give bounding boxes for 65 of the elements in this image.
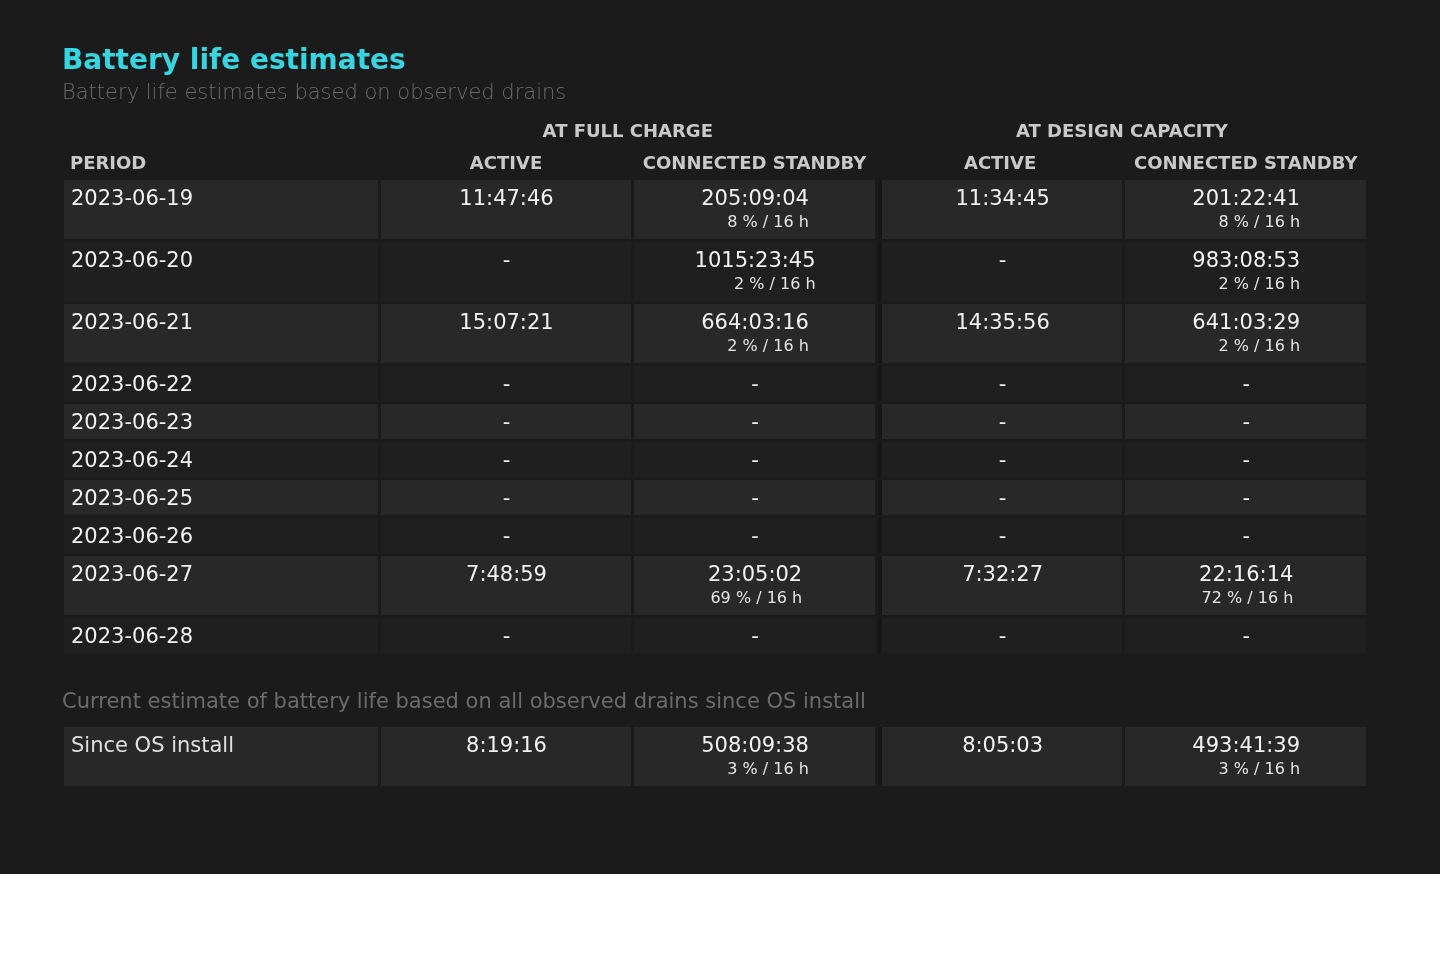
table-cell: - bbox=[877, 366, 1123, 401]
table-cell: 22:16:14 72 % / 16 h bbox=[1125, 556, 1366, 615]
table-cell: 205:09:04 8 % / 16 h bbox=[634, 180, 875, 239]
table-cell: 11:34:45 bbox=[877, 180, 1123, 239]
period-cell: 2023-06-23 bbox=[64, 404, 378, 439]
table-cell: - bbox=[634, 480, 875, 515]
table-cell: 11:47:46 bbox=[380, 180, 632, 239]
table-cell: - bbox=[1125, 366, 1366, 401]
table-cell: - bbox=[380, 480, 632, 515]
table-cell: - bbox=[1125, 518, 1366, 553]
table-cell: - bbox=[877, 480, 1123, 515]
table-cell: 983:08:53 2 % / 16 h bbox=[1125, 242, 1366, 301]
column-header: ACTIVE bbox=[469, 152, 543, 173]
table-cell: 8:19:16 bbox=[380, 727, 632, 786]
column-group-header: AT FULL CHARGE bbox=[542, 120, 713, 141]
column-header: CONNECTED STANDBY bbox=[642, 152, 867, 173]
table-cell: - bbox=[1125, 442, 1366, 477]
period-cell: 2023-06-22 bbox=[64, 366, 378, 401]
period-cell: 2023-06-20 bbox=[64, 242, 378, 301]
period-cell: 2023-06-26 bbox=[64, 518, 378, 553]
table-cell: - bbox=[380, 442, 632, 477]
table-cell: - bbox=[380, 366, 632, 401]
table-cell: - bbox=[1125, 480, 1366, 515]
table-cell: - bbox=[634, 518, 875, 553]
period-cell: 2023-06-28 bbox=[64, 618, 378, 653]
period-cell: 2023-06-27 bbox=[64, 556, 378, 615]
table-cell: 15:07:21 bbox=[380, 304, 632, 363]
column-header: PERIOD bbox=[70, 152, 147, 173]
column-header: CONNECTED STANDBY bbox=[1133, 152, 1358, 173]
table-cell: 14:35:56 bbox=[877, 304, 1123, 363]
table-cell: - bbox=[380, 518, 632, 553]
table-cell: - bbox=[380, 404, 632, 439]
table-cell: 8:05:03 bbox=[877, 727, 1123, 786]
period-cell: 2023-06-21 bbox=[64, 304, 378, 363]
table-cell: 7:32:27 bbox=[877, 556, 1123, 615]
table-cell: 664:03:16 2 % / 16 h bbox=[634, 304, 875, 363]
table-cell: - bbox=[877, 242, 1123, 301]
period-cell: 2023-06-25 bbox=[64, 480, 378, 515]
table-cell: - bbox=[877, 518, 1123, 553]
table-cell: - bbox=[877, 618, 1123, 653]
table-cell: 508:09:38 3 % / 16 h bbox=[634, 727, 875, 786]
page-title: Battery life estimates bbox=[62, 42, 407, 78]
table-cell: 641:03:29 2 % / 16 h bbox=[1125, 304, 1366, 363]
column-header: ACTIVE bbox=[963, 152, 1037, 173]
column-group-header: AT DESIGN CAPACITY bbox=[1015, 120, 1228, 141]
table-cell: - bbox=[634, 366, 875, 401]
table-cell: - bbox=[1125, 404, 1366, 439]
period-cell: 2023-06-24 bbox=[64, 442, 378, 477]
table-cell: - bbox=[380, 242, 632, 301]
table-cell: 493:41:39 3 % / 16 h bbox=[1125, 727, 1366, 786]
table-cell: 7:48:59 bbox=[380, 556, 632, 615]
table-cell: 201:22:41 8 % / 16 h bbox=[1125, 180, 1366, 239]
section-caption: Current estimate of battery life based on all observed drains since OS install bbox=[62, 688, 867, 715]
page-subtitle: Battery life estimates based on observed drains bbox=[62, 79, 568, 106]
table-cell: - bbox=[380, 618, 632, 653]
table-cell: - bbox=[634, 442, 875, 477]
table-cell: - bbox=[877, 404, 1123, 439]
table-cell: 1015:23:45 2 % / 16 h bbox=[634, 242, 875, 301]
period-cell: 2023-06-19 bbox=[64, 180, 378, 239]
period-cell: Since OS install bbox=[64, 727, 378, 786]
table-cell: - bbox=[634, 618, 875, 653]
table-cell: 23:05:02 69 % / 16 h bbox=[634, 556, 875, 615]
table-cell: - bbox=[877, 442, 1123, 477]
table-cell: - bbox=[1125, 618, 1366, 653]
table-cell: - bbox=[634, 404, 875, 439]
